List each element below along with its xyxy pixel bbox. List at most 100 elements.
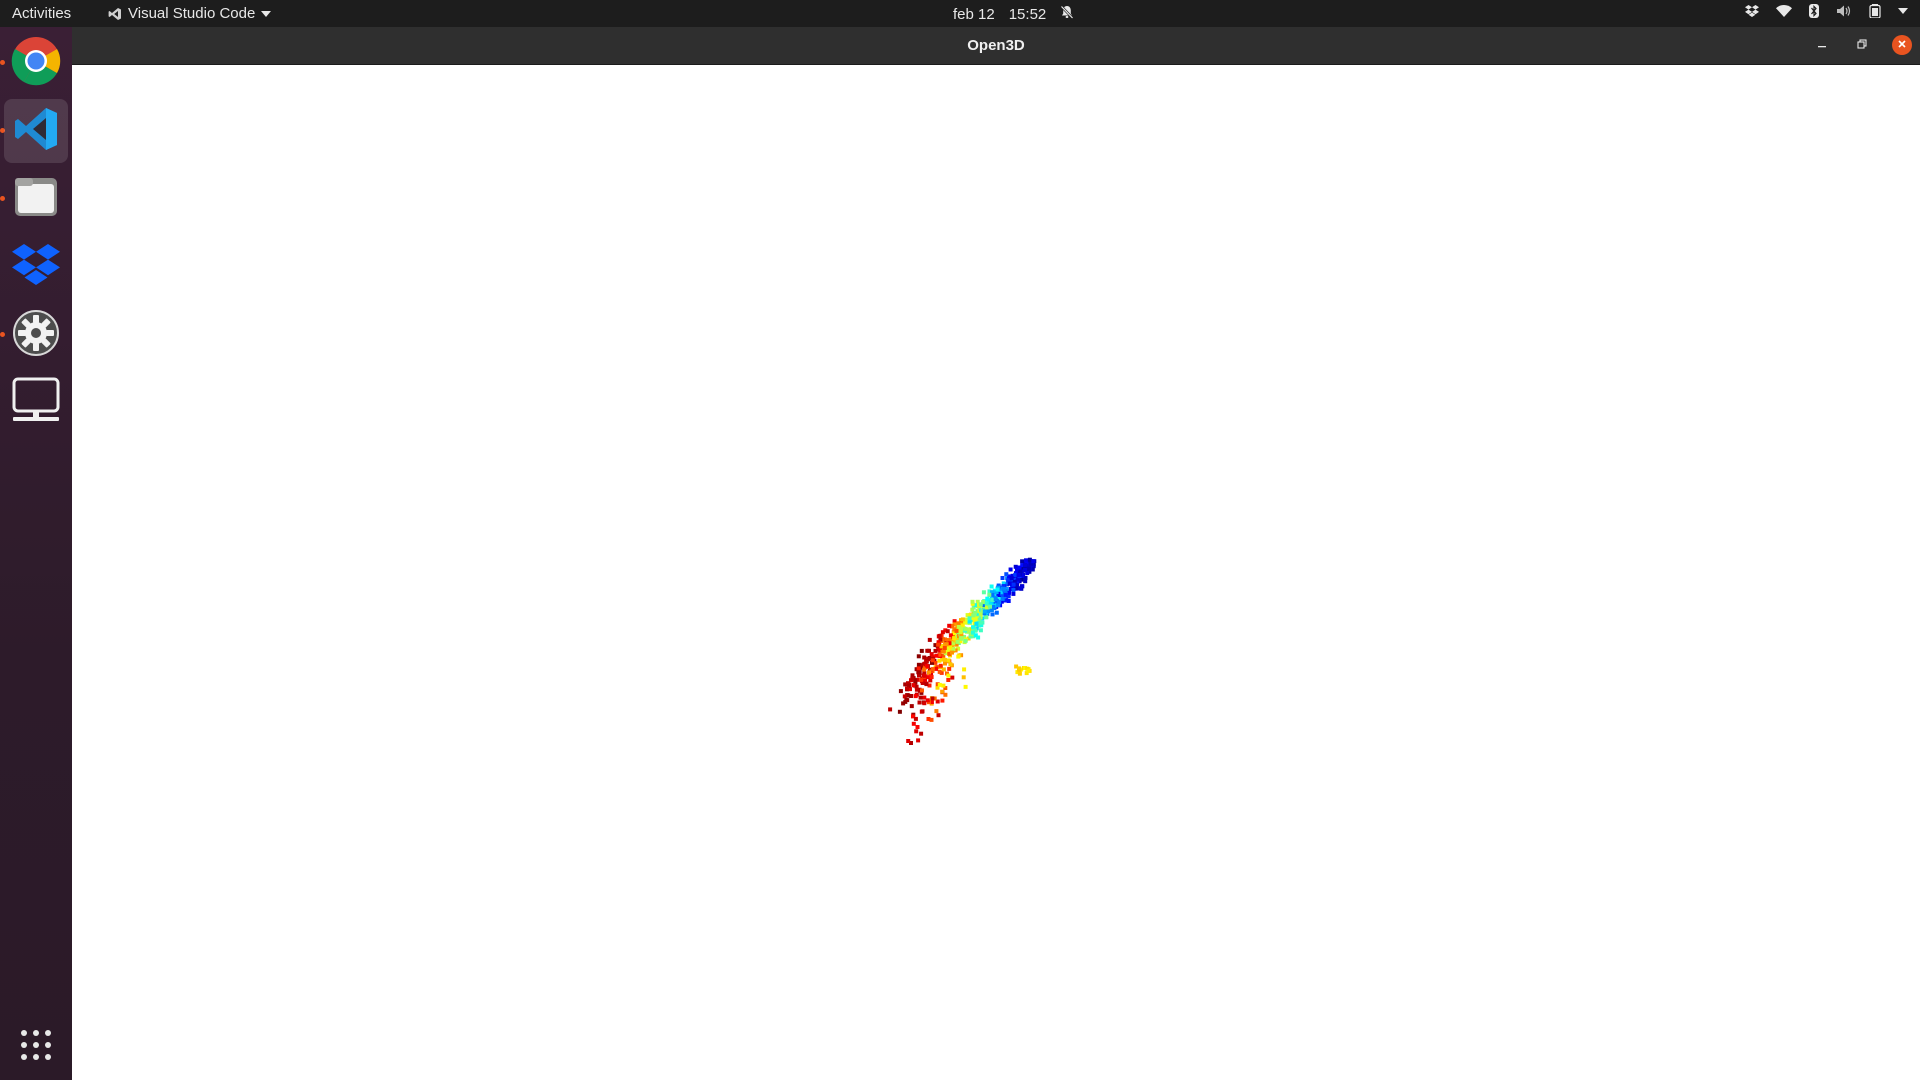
cloud-point <box>1011 588 1016 592</box>
cloud-point <box>1000 596 1005 601</box>
cloud-point <box>905 686 909 691</box>
cloud-point <box>1006 599 1011 603</box>
cloud-point <box>918 695 923 700</box>
cloud-point <box>959 636 964 641</box>
cloud-point <box>914 729 919 734</box>
system-tray[interactable] <box>1745 4 1908 18</box>
bluetooth-icon[interactable] <box>1809 4 1819 18</box>
cloud-point <box>937 633 942 638</box>
activities-button[interactable]: Activities <box>12 5 71 22</box>
cloud-point <box>916 666 921 671</box>
cloud-point <box>995 587 1000 592</box>
app-grid-icon <box>20 1030 52 1065</box>
cloud-point <box>1017 666 1021 671</box>
cloud-point <box>970 599 975 604</box>
cloud-point <box>984 615 989 620</box>
cloud-point <box>922 667 927 672</box>
cloud-point <box>985 596 990 601</box>
cloud-point <box>1000 576 1005 580</box>
cloud-point <box>938 663 943 668</box>
clock[interactable]: feb 12 15:52 <box>953 5 1074 23</box>
point-cloud <box>888 557 1037 745</box>
cloud-point <box>961 675 966 680</box>
vscode-icon <box>13 106 59 157</box>
dropbox-icon[interactable] <box>1745 5 1759 17</box>
cloud-point <box>984 601 989 606</box>
cloud-point <box>944 642 949 647</box>
cloud-point <box>967 616 972 621</box>
system-menu-chevron-icon[interactable] <box>1898 8 1908 14</box>
cloud-point <box>936 713 941 718</box>
cloud-point <box>904 697 909 702</box>
3d-viewport[interactable] <box>72 65 1920 1080</box>
show-applications-button[interactable] <box>20 1029 52 1066</box>
cloud-point <box>943 657 947 662</box>
minimize-button[interactable] <box>1812 35 1832 55</box>
cloud-point <box>922 655 927 660</box>
window-title: Open3D <box>967 37 1025 54</box>
close-button[interactable] <box>1892 35 1912 55</box>
cloud-point <box>888 707 893 712</box>
cloud-point <box>963 638 968 643</box>
clock-time: 15:52 <box>1008 5 1047 23</box>
close-icon <box>1897 36 1907 54</box>
cloud-point <box>919 648 924 653</box>
cloud-point <box>934 709 939 714</box>
cloud-point <box>946 673 951 678</box>
cloud-point <box>1002 586 1006 591</box>
dock-item-files[interactable] <box>4 167 68 231</box>
volume-icon[interactable] <box>1836 4 1852 18</box>
wifi-icon[interactable] <box>1776 5 1792 17</box>
cloud-point <box>910 676 915 681</box>
cloud-point <box>945 629 950 634</box>
cloud-point <box>916 654 921 659</box>
cloud-point <box>997 600 1002 605</box>
dock-item-settings[interactable] <box>4 303 68 367</box>
restore-button[interactable] <box>1852 35 1872 55</box>
files-icon <box>13 176 59 223</box>
notifications-off-icon <box>1060 5 1074 23</box>
cloud-point <box>948 662 953 667</box>
cloud-point <box>956 625 961 629</box>
cloud-point <box>963 684 968 689</box>
cloud-point <box>1026 668 1031 673</box>
cloud-point <box>1016 573 1021 577</box>
cloud-point <box>955 639 960 644</box>
cloud-point <box>981 590 986 595</box>
window-titlebar[interactable]: Open3D <box>72 27 1920 65</box>
cloud-point <box>927 670 931 675</box>
cloud-point <box>922 695 927 700</box>
chevron-down-icon <box>261 10 272 17</box>
cloud-point <box>1023 579 1028 584</box>
cloud-point <box>922 673 927 678</box>
cloud-point <box>942 646 947 650</box>
cloud-point <box>987 592 992 597</box>
cloud-point <box>934 653 939 658</box>
app-menu[interactable]: Visual Studio Code <box>108 5 272 22</box>
cloud-point <box>947 623 952 628</box>
dock-item-dropbox[interactable] <box>4 235 68 299</box>
cloud-point <box>947 666 952 671</box>
cloud-point <box>1011 591 1016 596</box>
battery-icon[interactable] <box>1869 4 1881 18</box>
dock-item-vscode[interactable] <box>4 99 68 163</box>
cloud-point <box>982 609 987 614</box>
dock-item-chrome[interactable] <box>4 31 68 95</box>
cloud-point <box>993 597 998 602</box>
cloud-point <box>978 620 983 625</box>
top-bar: Activities Visual Studio Code feb 12 15:… <box>0 0 1920 27</box>
cloud-point <box>941 683 946 688</box>
cloud-point <box>971 630 975 635</box>
cloud-point <box>1020 584 1025 589</box>
cloud-point <box>954 628 959 633</box>
cloud-point <box>930 658 935 663</box>
cloud-point <box>1018 569 1023 574</box>
cloud-point <box>960 617 965 622</box>
cloud-point <box>925 698 930 703</box>
cloud-point <box>958 630 963 635</box>
dock-item-display[interactable] <box>4 371 68 435</box>
vscode-small-icon <box>108 7 122 21</box>
chrome-icon <box>11 36 61 91</box>
cloud-point <box>1008 567 1013 572</box>
monitor-icon <box>11 377 61 430</box>
